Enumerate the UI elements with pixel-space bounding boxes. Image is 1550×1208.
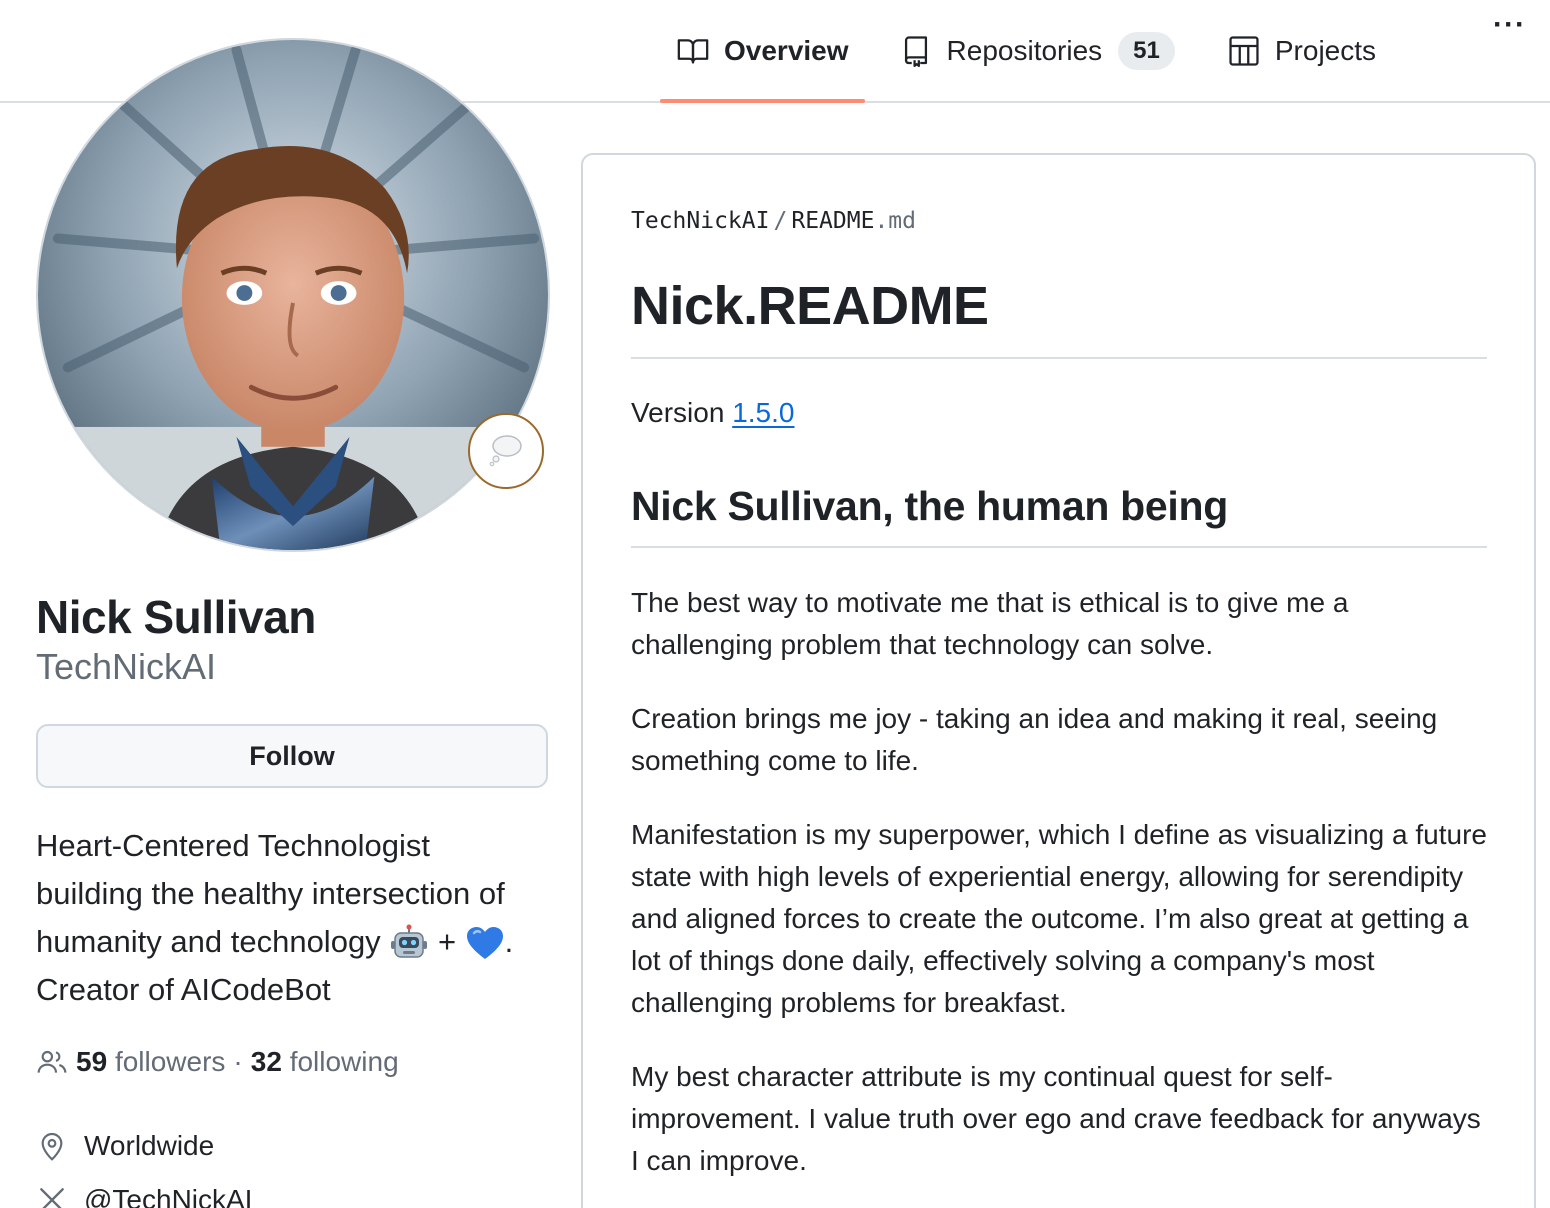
tab-repositories-label: Repositories	[946, 34, 1103, 66]
repositories-count-badge: 51	[1118, 31, 1175, 70]
location-row: Worldwide	[36, 1130, 214, 1162]
section-divider	[631, 546, 1487, 548]
readme-paragraph-2: Creation brings me joy - taking an idea …	[631, 703, 1438, 776]
followers-link[interactable]: 59 followers	[76, 1046, 225, 1078]
readme-section-heading: Nick Sullivan, the human being	[631, 483, 1228, 529]
profile-tabs: Overview Repositories 51 Projects	[660, 0, 1392, 103]
repo-icon	[899, 34, 933, 68]
breadcrumb-separator: /	[773, 208, 788, 234]
tab-overview[interactable]: Overview	[660, 0, 865, 103]
x-account-row[interactable]: @TechNickAI	[36, 1184, 252, 1208]
tab-projects-label: Projects	[1274, 34, 1377, 66]
readme-card: TechNickAI / README.md Nick.README Version…	[581, 153, 1536, 1208]
bio-period: .	[504, 924, 514, 959]
thought-bubble-icon	[486, 429, 526, 474]
people-icon	[36, 1046, 68, 1078]
bio-line-2: building the healthy intersection of	[36, 876, 505, 911]
version-link[interactable]: 1.5.0	[732, 397, 794, 428]
separator-dot: ·	[233, 1046, 243, 1077]
avatar-image	[38, 40, 548, 550]
follow-button[interactable]: Follow	[36, 724, 548, 788]
bio-line-3: humanity and technology + .	[36, 918, 566, 966]
followers-label: followers	[114, 1046, 226, 1077]
bio-plus: +	[437, 924, 457, 959]
title-divider	[631, 357, 1487, 359]
avatar[interactable]	[36, 38, 550, 552]
status-badge[interactable]	[468, 413, 544, 489]
readme-paragraph-3: Manifestation is my superpower, which I …	[631, 819, 1487, 1018]
following-label: following	[289, 1046, 399, 1077]
table-icon	[1227, 34, 1261, 68]
readme-paragraph-1: The best way to motivate me that is ethi…	[631, 587, 1349, 660]
readme-owner-link[interactable]: TechNickAI	[631, 208, 769, 234]
x-logo-icon	[36, 1184, 68, 1208]
following-count: 32	[250, 1046, 282, 1077]
more-options-button[interactable]: ···	[1493, 8, 1526, 42]
version-prefix: Version	[631, 397, 725, 428]
readme-title: Nick.README	[631, 276, 989, 336]
readme-file-ext: .md	[874, 208, 916, 234]
location-pin-icon	[36, 1130, 68, 1162]
bio-line-1: Heart-Centered Technologist	[36, 828, 431, 863]
following-link[interactable]: 32 following	[251, 1046, 399, 1078]
readme-breadcrumb: TechNickAI / README.md	[631, 208, 916, 234]
robot-emoji-icon	[389, 924, 429, 964]
tab-projects[interactable]: Projects	[1211, 0, 1392, 101]
profile-username: TechNickAI	[36, 646, 217, 687]
tab-repositories[interactable]: Repositories 51	[883, 0, 1191, 101]
location-text: Worldwide	[84, 1130, 215, 1161]
readme-paragraph-4: My best character attribute is my contin…	[631, 1061, 1481, 1176]
bio-line-4: Creator of AICodeBot	[36, 972, 331, 1007]
readme-file-base[interactable]: README	[791, 208, 874, 234]
x-handle-text: @TechNickAI	[84, 1184, 253, 1208]
profile-bio: Heart-Centered Technologist building the…	[36, 822, 566, 1014]
followers-count: 59	[76, 1046, 108, 1077]
profile-full-name: Nick Sullivan	[36, 591, 316, 643]
readme-version: Version 1.5.0	[631, 397, 794, 429]
blue-heart-emoji-icon	[465, 924, 505, 964]
tab-overview-label: Overview	[724, 34, 849, 66]
bio-line-3-text: humanity and technology	[36, 924, 381, 959]
book-icon	[676, 34, 710, 68]
followers-row: 59 followers · 32 following	[36, 1046, 399, 1078]
